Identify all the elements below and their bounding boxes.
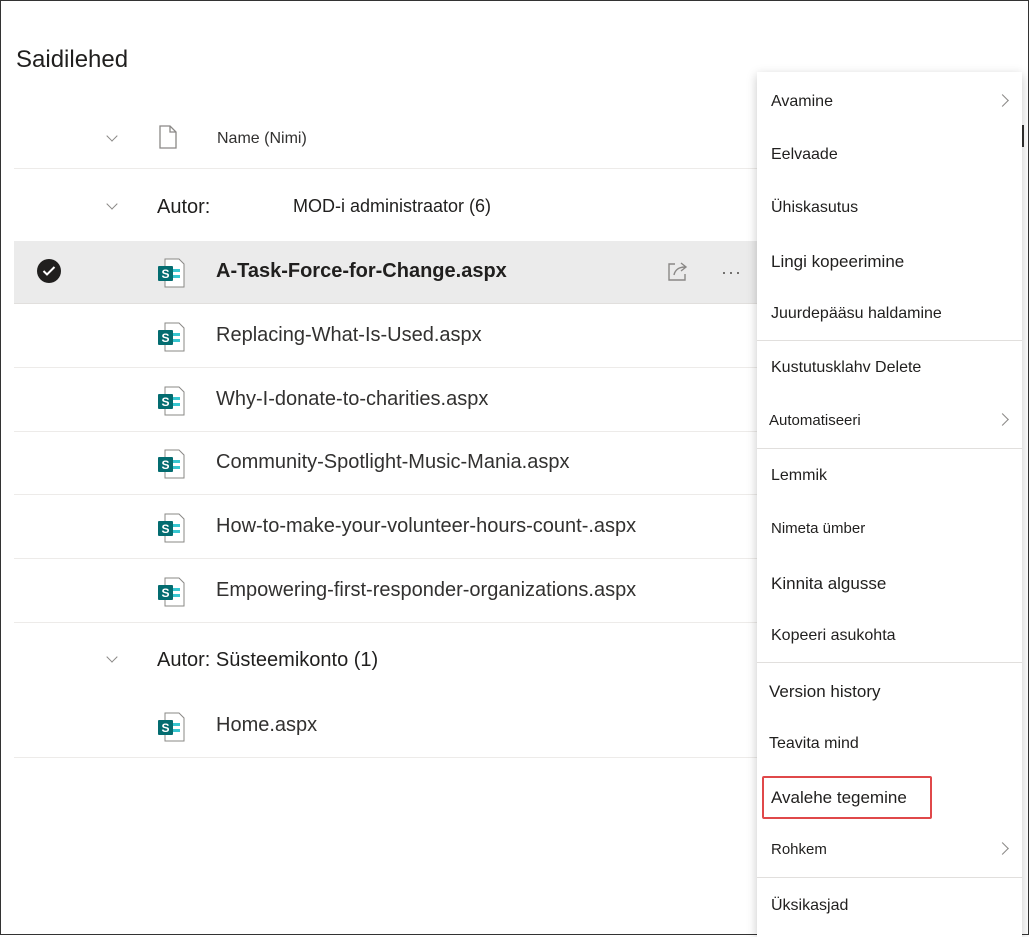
- collapse-all-chevron-icon[interactable]: [107, 132, 117, 142]
- menu-item-label: Üksikasjad: [771, 897, 849, 914]
- svg-text:S: S: [161, 458, 169, 472]
- menu-item-alert-me[interactable]: Teavita mind: [757, 719, 1022, 771]
- menu-item-label: Kinnita algusse: [771, 574, 887, 593]
- file-name[interactable]: Why-I-donate-to-charities.aspx: [216, 388, 488, 411]
- row-checked-icon[interactable]: [37, 259, 61, 283]
- svg-text:S: S: [161, 721, 169, 735]
- svg-text:S: S: [161, 267, 169, 281]
- chevron-right-icon: [998, 94, 1008, 108]
- file-type-icon[interactable]: [159, 125, 177, 154]
- menu-item-open[interactable]: Avamine: [757, 77, 1022, 129]
- share-icon[interactable]: [666, 260, 690, 287]
- menu-item-label: Kustutusklahv Delete: [771, 359, 922, 376]
- svg-text:S: S: [161, 522, 169, 536]
- group-label: Autor: Süsteemikonto (1): [157, 649, 379, 671]
- svg-text:S: S: [161, 586, 169, 600]
- group-label: Autor:: [157, 196, 211, 218]
- menu-item-label: Ühiskasutus: [771, 199, 859, 216]
- sharepoint-page-icon: S: [157, 576, 185, 608]
- file-name[interactable]: Replacing-What-Is-Used.aspx: [216, 324, 482, 347]
- sharepoint-page-icon: S: [157, 711, 185, 743]
- column-name-header[interactable]: Name (Nimi): [217, 130, 307, 148]
- menu-item-label: Teavita mind: [769, 735, 859, 752]
- sharepoint-page-icon: S: [157, 448, 185, 480]
- menu-item-label: Nimeta ümber: [771, 520, 866, 537]
- menu-separator: [757, 340, 1022, 341]
- menu-item-label: Lingi kopeerimine: [771, 252, 905, 271]
- menu-item-label: Lemmik: [771, 467, 828, 484]
- sharepoint-page-icon: S: [157, 512, 185, 544]
- file-name[interactable]: Empowering-first-responder-organizations…: [216, 579, 636, 602]
- menu-item-share[interactable]: Ühiskasutus: [757, 183, 1022, 235]
- menu-item-details[interactable]: Üksikasjad: [757, 881, 1022, 933]
- page-title: Saidilehed: [16, 46, 129, 73]
- menu-item-rename[interactable]: Nimeta ümber: [757, 504, 1022, 556]
- more-actions-icon[interactable]: ···: [721, 263, 742, 281]
- svg-text:S: S: [161, 331, 169, 345]
- menu-item-label: Juurdepääsu haldamine: [771, 305, 942, 322]
- file-name[interactable]: Community-Spotlight-Music-Mania.aspx: [216, 451, 569, 474]
- menu-item-delete[interactable]: Kustutusklahv Delete: [757, 343, 1022, 395]
- menu-item-label: Rohkem: [771, 841, 827, 858]
- sharepoint-page-icon: S: [157, 321, 185, 353]
- menu-item-label: Eelvaade: [771, 146, 838, 163]
- menu-item-label: Avamine: [771, 93, 833, 110]
- chevron-down-icon[interactable]: [107, 200, 117, 210]
- file-name[interactable]: How-to-make-your-volunteer-hours-count-.…: [216, 515, 636, 538]
- chevron-right-icon: [998, 413, 1008, 427]
- svg-text:S: S: [161, 395, 169, 409]
- sharepoint-page-icon: S: [157, 385, 185, 417]
- menu-item-label: Version history: [769, 682, 881, 701]
- highlight-box: [762, 776, 932, 819]
- group-value: MOD-i administraator (6): [293, 196, 492, 216]
- menu-item-manage-access[interactable]: Juurdepääsu haldamine: [757, 289, 1022, 341]
- menu-separator: [757, 877, 1022, 878]
- menu-item-label: Automatiseeri: [769, 412, 861, 429]
- menu-item-preview[interactable]: Eelvaade: [757, 130, 1022, 182]
- menu-item-version-history[interactable]: Version history: [757, 666, 1022, 718]
- chevron-down-icon[interactable]: [107, 653, 117, 663]
- chevron-right-icon: [998, 842, 1008, 856]
- menu-separator: [757, 662, 1022, 663]
- sharepoint-page-icon: S: [157, 257, 185, 289]
- file-name[interactable]: A-Task-Force-for-Change.aspx: [216, 260, 507, 283]
- file-name[interactable]: Home.aspx: [216, 714, 317, 737]
- menu-item-more[interactable]: Rohkem: [757, 825, 1022, 877]
- menu-item-pin-to-top[interactable]: Kinnita algusse: [757, 558, 1022, 610]
- menu-separator: [757, 448, 1022, 449]
- menu-item-automate[interactable]: Automatiseeri: [757, 396, 1022, 448]
- menu-item-label: Kopeeri asukohta: [771, 627, 896, 644]
- menu-item-copy-link[interactable]: Lingi kopeerimine: [757, 236, 1022, 288]
- menu-item-copy-path[interactable]: Kopeeri asukohta: [757, 611, 1022, 663]
- menu-item-favorite[interactable]: Lemmik: [757, 451, 1022, 503]
